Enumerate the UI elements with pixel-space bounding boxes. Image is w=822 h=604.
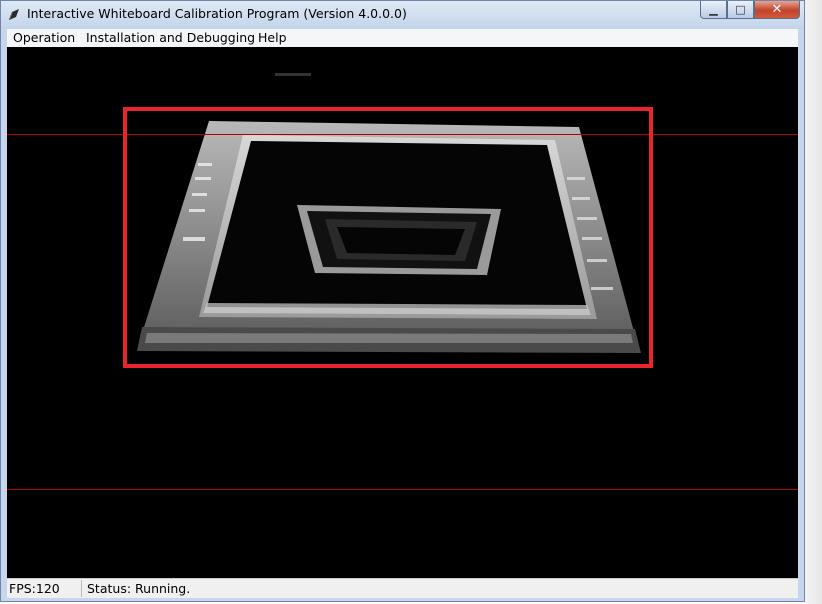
app-window: Interactive Whiteboard Calibration Progr… [0, 0, 805, 602]
maximize-button[interactable]: □ [727, 1, 754, 19]
background-edge [805, 0, 822, 604]
pen-app-icon [9, 9, 19, 20]
bottom-guide-line [7, 489, 798, 490]
close-icon: ✕ [771, 2, 783, 17]
minimize-button[interactable]: ▁ [700, 1, 727, 19]
window-title: Interactive Whiteboard Calibration Progr… [27, 6, 407, 21]
status-separator [81, 580, 82, 597]
minimize-icon: ▁ [709, 3, 718, 16]
maximize-icon: □ [735, 3, 746, 16]
calibration-rectangle[interactable] [123, 107, 653, 368]
close-button[interactable]: ✕ [754, 1, 800, 19]
status-text: Status: Running. [87, 581, 191, 596]
menu-installation-debugging[interactable]: Installation and Debugging [86, 30, 255, 45]
fps-readout: FPS:120 [9, 581, 60, 596]
menu-operation[interactable]: Operation [13, 30, 75, 45]
window-controls: ▁ □ ✕ [700, 1, 800, 21]
camera-viewport[interactable] [7, 47, 798, 578]
menu-help[interactable]: Help [258, 30, 287, 45]
status-bar: FPS:120 Status: Running. [7, 578, 798, 598]
menu-bar: Operation Installation and Debugging Hel… [7, 29, 798, 48]
title-bar[interactable]: Interactive Whiteboard Calibration Progr… [1, 1, 804, 29]
